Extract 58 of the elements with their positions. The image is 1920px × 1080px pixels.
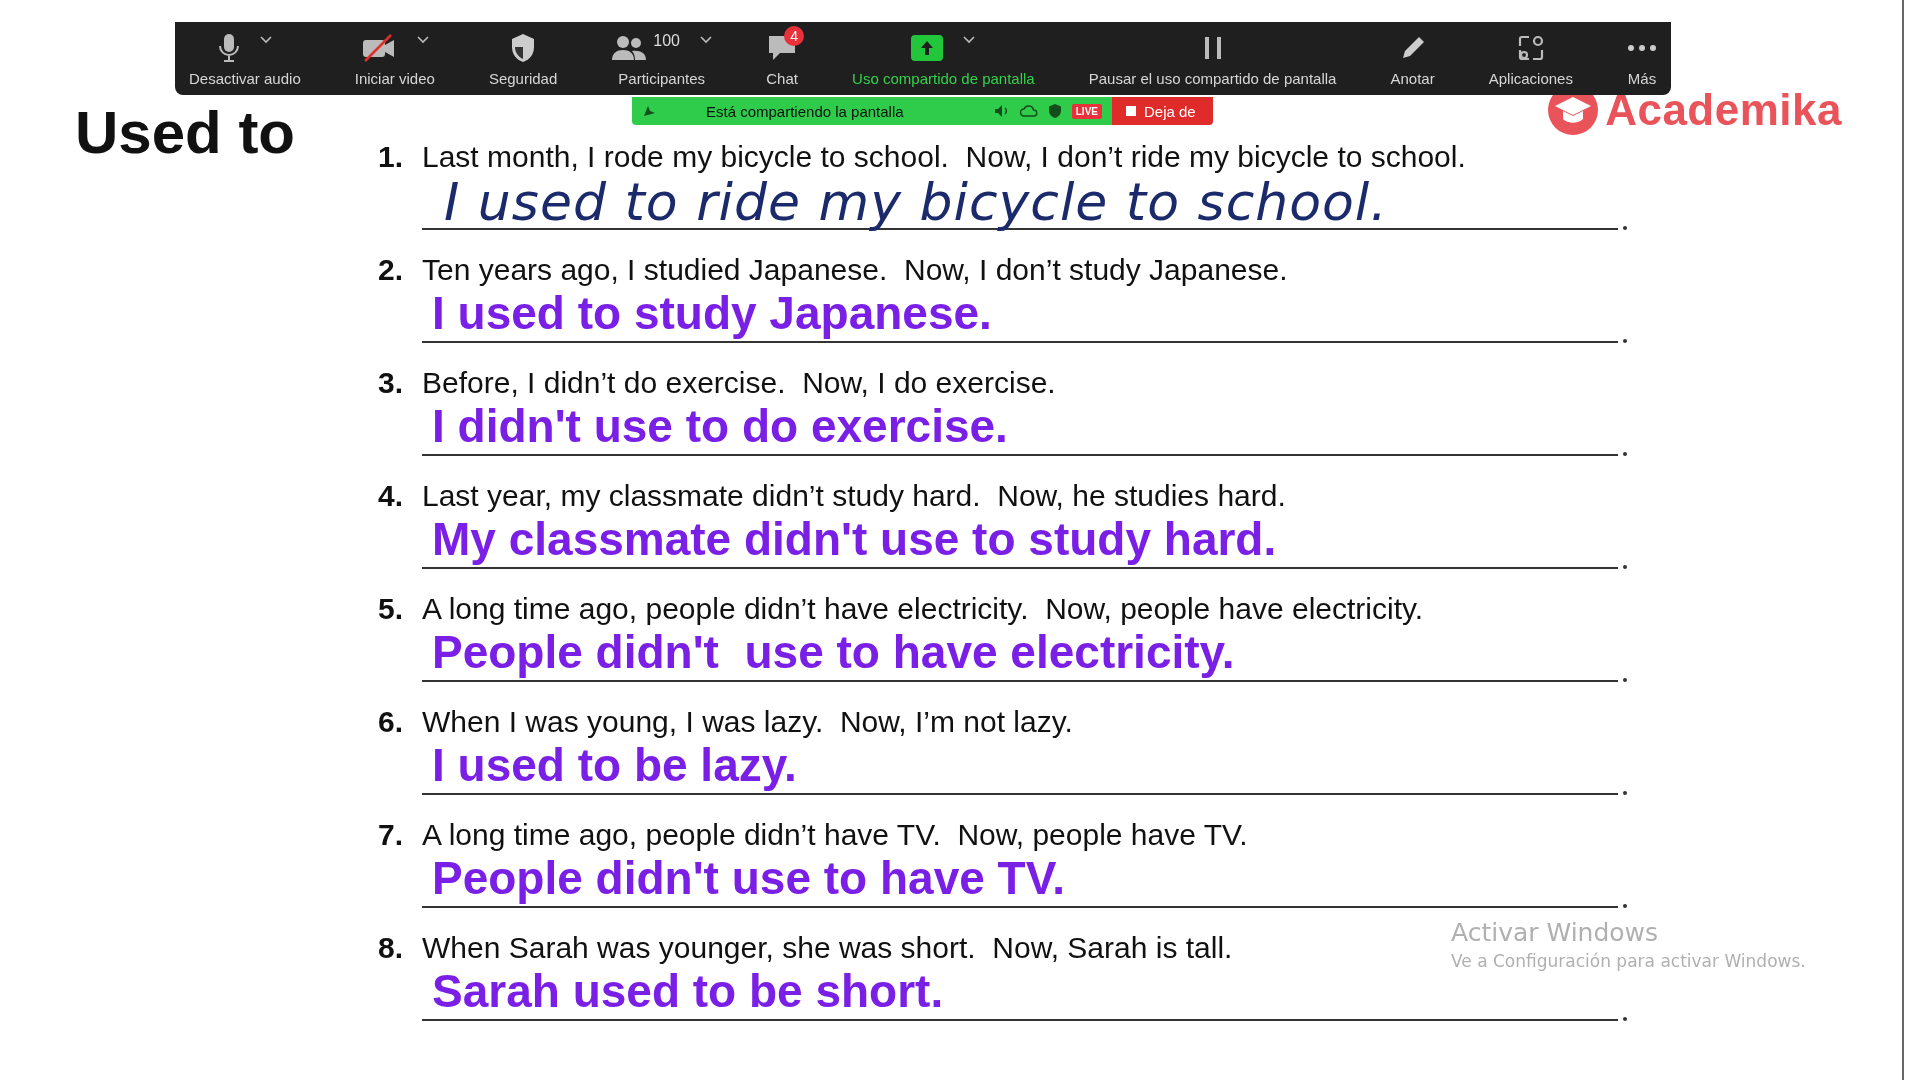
microphone-icon[interactable] — [217, 33, 240, 63]
notification-badge: 4 — [784, 26, 805, 46]
question-number: 3. — [378, 366, 405, 400]
toolbar-button[interactable]: Pausar el uso compartido de pantalla — [1088, 70, 1337, 87]
slide-title: Used to — [75, 98, 296, 167]
toolbar-button[interactable]: Aplicaciones — [1488, 70, 1573, 87]
toolbar-button[interactable]: Más — [1627, 70, 1657, 87]
question-number: 4. — [378, 479, 405, 513]
question-text: When Sarah was younger, she was short. Now, Sarah is tall. — [422, 931, 1233, 965]
toolbar-button[interactable]: Desactivar audio — [189, 70, 301, 87]
share-screen-icon[interactable] — [911, 35, 944, 61]
toolbar-button[interactable]: Iniciar video — [354, 70, 435, 87]
shield-icon[interactable] — [1047, 103, 1062, 119]
toolbar-button[interactable]: Uso compartido de pantalla — [852, 70, 1035, 87]
activation-notice: Ve a Configuración para activar Windows. — [1451, 951, 1806, 971]
live-badge: LIVE — [1071, 103, 1102, 119]
question-text: Last year, my classmate didn’t study hard. Now, he studies hard. — [422, 479, 1286, 513]
toolbar-button[interactable]: Chat — [766, 70, 798, 87]
toolbar-button[interactable]: Seguridad — [488, 70, 558, 87]
question-text: When I was young, I was lazy. Now, I’m not lazy. — [422, 705, 1073, 739]
answer-text: I used to ride my bicycle to school. — [443, 175, 1388, 230]
question-number: 7. — [378, 818, 405, 852]
question-text: A long time ago, people didn’t have electricity. Now, people have electricity. — [422, 592, 1424, 626]
apps-icon[interactable] — [1516, 34, 1545, 62]
question-number: 2. — [378, 253, 405, 287]
question-text: Ten years ago, I studied Japanese. Now, I don’t study Japanese. — [422, 253, 1288, 287]
sharing-message: Está compartiendo la pantalla — [706, 102, 904, 120]
question-number: 6. — [378, 705, 405, 739]
answer-text: People didn't use to have TV. — [431, 853, 1065, 906]
drag-handle-icon[interactable] — [642, 104, 656, 118]
participant-count: 100 — [653, 32, 680, 50]
question-number: 8. — [378, 931, 405, 965]
more-icon[interactable] — [1627, 44, 1657, 52]
question-text: A long time ago, people didn’t have TV. Now, people have TV. — [422, 818, 1248, 852]
caret-icon[interactable] — [259, 36, 272, 44]
question-number: 5. — [378, 592, 405, 626]
caret-icon[interactable] — [416, 36, 429, 44]
toolbar-button[interactable]: Anotar — [1390, 70, 1435, 87]
answer-text: People didn't use to have electricity. — [431, 627, 1235, 680]
camera-off-icon[interactable] — [360, 33, 397, 63]
question-number: 1. — [378, 140, 405, 174]
caret-icon[interactable] — [700, 36, 712, 44]
speaker-icon[interactable] — [993, 104, 1010, 118]
question-text: Last month, I rode my bicycle to school. Now, I don’t ride my bicycle to school. — [422, 140, 1466, 174]
answer-text: I used to be lazy. — [431, 740, 797, 793]
answer-text: My classmate didn't use to study hard. — [431, 514, 1277, 567]
activation-title: Activar Windows — [1451, 918, 1660, 947]
answer-text: Sarah used to be short. — [431, 966, 944, 1019]
stop-share-button[interactable]: Deja de — [1112, 97, 1213, 125]
logo-text: Academika — [1605, 85, 1842, 135]
toolbar-button[interactable]: Participantes — [618, 70, 705, 87]
answer-text: I didn't use to do exercise. — [431, 401, 1008, 454]
question-text: Before, I didn’t do exercise. Now, I do exercise. — [422, 366, 1056, 400]
caret-icon[interactable] — [963, 36, 976, 44]
answer-text: I used to study Japanese. — [431, 288, 992, 341]
shield-icon[interactable] — [510, 33, 537, 63]
cloud-icon[interactable] — [1019, 104, 1038, 118]
people-icon[interactable] — [611, 34, 648, 62]
